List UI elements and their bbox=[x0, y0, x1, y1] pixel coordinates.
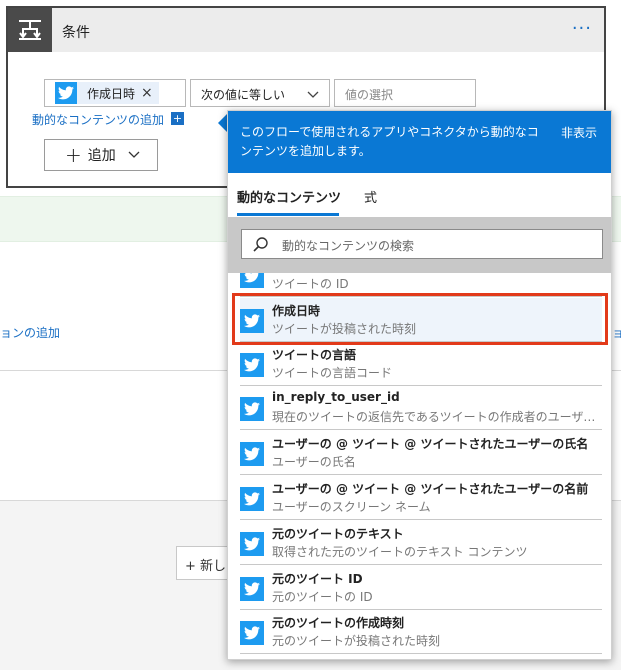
dynamic-content-list: ツイートの ID 作成日時 ツイートが投稿された時刻 ツイートの言語 ツイートの… bbox=[228, 273, 611, 659]
add-action-link-right[interactable]: ョ bbox=[612, 324, 621, 341]
chevron-down-icon bbox=[307, 88, 319, 102]
list-item[interactable]: 元のツイートのテキスト 取得された元のツイートのテキスト コンテンツ bbox=[240, 521, 602, 565]
twitter-icon bbox=[240, 532, 264, 556]
item-title: ユーザーの @ ツイート @ ツイートされたユーザーの氏名 bbox=[272, 437, 589, 451]
item-title: ツイートの言語 bbox=[272, 348, 357, 362]
item-title: 元のツイートの作成時刻 bbox=[272, 616, 405, 630]
item-subtitle: ツイートの言語コード bbox=[272, 366, 393, 380]
hide-button[interactable]: 非表示 bbox=[561, 124, 597, 141]
item-title: ユーザーの @ ツイート @ ツイートされたユーザーの名前 bbox=[272, 482, 589, 496]
item-subtitle: ツイートの ID bbox=[272, 277, 349, 291]
item-subtitle: 取得された元のツイートのテキスト コンテンツ bbox=[272, 545, 528, 559]
list-item[interactable]: 元のツイート ID 元のツイートの ID bbox=[240, 566, 602, 610]
tab-dynamic-content[interactable]: 動的なコンテンツ bbox=[237, 187, 341, 206]
add-dynamic-content-plus-icon[interactable]: + bbox=[171, 112, 184, 125]
popup-pointer bbox=[218, 114, 227, 132]
item-subtitle: 元のツイートが投稿された時刻 bbox=[272, 634, 441, 648]
list-item-selected[interactable]: 作成日時 ツイートが投稿された時刻 bbox=[240, 298, 602, 342]
tab-expression[interactable]: 式 bbox=[364, 187, 377, 206]
add-button-label: 追加 bbox=[87, 148, 116, 164]
add-action-link[interactable]: ョンの追加 bbox=[0, 324, 60, 341]
dynamic-token[interactable]: 作成日時 × bbox=[55, 82, 159, 104]
operator-value: 次の値に等しい bbox=[201, 88, 286, 102]
list-item[interactable]: ツイートの言語 ツイートの言語コード bbox=[240, 342, 602, 386]
remove-token-icon[interactable]: × bbox=[141, 85, 153, 101]
item-title: 元のツイート ID bbox=[272, 572, 363, 586]
search-placeholder: 動的なコンテンツの検索 bbox=[282, 239, 415, 253]
item-subtitle: 元のツイートの ID bbox=[272, 590, 373, 604]
list-item[interactable]: ユーザーの @ ツイート @ ツイートされたユーザーの氏名 ユーザーの氏名 bbox=[240, 431, 602, 475]
panel-tabs: 動的なコンテンツ 式 bbox=[228, 173, 611, 217]
card-header: 条件 ··· bbox=[8, 8, 604, 52]
chevron-down-icon bbox=[128, 147, 140, 163]
twitter-icon bbox=[55, 82, 77, 104]
twitter-icon bbox=[240, 309, 264, 333]
twitter-icon bbox=[240, 487, 264, 511]
list-item[interactable]: ユーザーの @ ツイート @ ツイートされたユーザーの名前 ユーザーのスクリーン… bbox=[240, 476, 602, 520]
item-title: in_reply_to_user_id bbox=[272, 390, 400, 404]
item-subtitle: 現在のツイートの返信先であるツイートの作成者のユーザー... bbox=[272, 410, 600, 424]
item-title: 作成日時 bbox=[272, 304, 321, 318]
item-subtitle: ユーザーの氏名 bbox=[272, 455, 356, 469]
twitter-icon bbox=[240, 397, 264, 421]
operator-select[interactable]: 次の値に等しい bbox=[190, 79, 330, 107]
condition-icon bbox=[8, 8, 52, 52]
twitter-icon bbox=[240, 621, 264, 645]
twitter-icon bbox=[240, 273, 264, 288]
twitter-icon bbox=[240, 577, 264, 601]
token-label: 作成日時 bbox=[87, 86, 136, 101]
plus-icon: + bbox=[65, 143, 82, 167]
panel-header: このフローで使用されるアプリやコネクタから動的なコンテンツを追加します。 非表示 bbox=[228, 111, 611, 173]
dynamic-content-panel: このフローで使用されるアプリやコネクタから動的なコンテンツを追加します。 非表示… bbox=[227, 110, 612, 660]
add-button[interactable]: + 追加 bbox=[44, 139, 158, 171]
list-item[interactable]: in_reply_to_user_id 現在のツイートの返信先であるツイートの作… bbox=[240, 386, 602, 430]
item-subtitle: ユーザーのスクリーン ネーム bbox=[272, 500, 431, 514]
value-input[interactable]: 値の選択 bbox=[334, 79, 476, 107]
add-dynamic-content-link[interactable]: 動的なコンテンツの追加 bbox=[32, 111, 164, 128]
active-tab-indicator bbox=[237, 213, 339, 216]
item-title: 元のツイートのテキスト bbox=[272, 527, 404, 541]
panel-description: このフローで使用されるアプリやコネクタから動的なコンテンツを追加します。 bbox=[240, 125, 539, 158]
more-options-button[interactable]: ··· bbox=[572, 18, 592, 39]
list-item[interactable]: ツイートの ID bbox=[240, 273, 602, 297]
twitter-icon bbox=[240, 353, 264, 377]
search-input[interactable]: 動的なコンテンツの検索 bbox=[241, 229, 603, 259]
twitter-icon bbox=[240, 442, 264, 466]
search-icon bbox=[252, 236, 270, 257]
card-title: 条件 bbox=[62, 25, 90, 41]
list-item[interactable]: 元のツイートの作成時刻 元のツイートが投稿された時刻 bbox=[240, 610, 602, 654]
condition-left-operand[interactable]: 作成日時 × bbox=[44, 79, 186, 107]
search-area: 動的なコンテンツの検索 bbox=[228, 217, 611, 273]
item-subtitle: ツイートが投稿された時刻 bbox=[272, 322, 417, 336]
